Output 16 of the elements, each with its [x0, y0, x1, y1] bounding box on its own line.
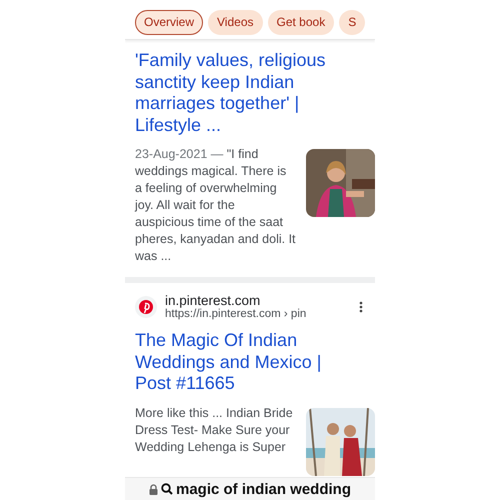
address-bar[interactable]: magic of indian wedding	[125, 477, 375, 500]
site-name: in.pinterest.com	[165, 293, 262, 308]
filter-chip[interactable]: Videos	[208, 10, 262, 35]
lock-icon	[148, 484, 158, 494]
result-snippet: 23-Aug-2021 — "I find weddings magical. There is a feeling of overwhelming joy. All wait for the auspicious time of the saat pheres, kanyadan and doli. It was ...	[135, 146, 296, 265]
result-title[interactable]: 'Family values, religious sanctity keep Indian marriages together' | Lifestyle ...	[135, 50, 375, 136]
search-icon	[160, 483, 173, 495]
site-logo-icon	[135, 296, 157, 318]
result-title[interactable]: The Magic Of Indian Weddings and Mexico | Post #11665	[135, 330, 375, 394]
filter-chip[interactable]: Overview	[135, 10, 204, 35]
more-options-icon[interactable]	[359, 300, 363, 312]
filter-chip[interactable]: Get book	[268, 10, 334, 35]
search-query: magic of indian wedding	[176, 480, 351, 498]
result-snippet: More like this ... Indian Bride Dress Test- Make Sure your Wedding Lehenga is Super	[135, 404, 294, 456]
site-url: https://in.pinterest.com › pin	[165, 308, 308, 320]
filter-chip[interactable]: S	[339, 10, 366, 35]
